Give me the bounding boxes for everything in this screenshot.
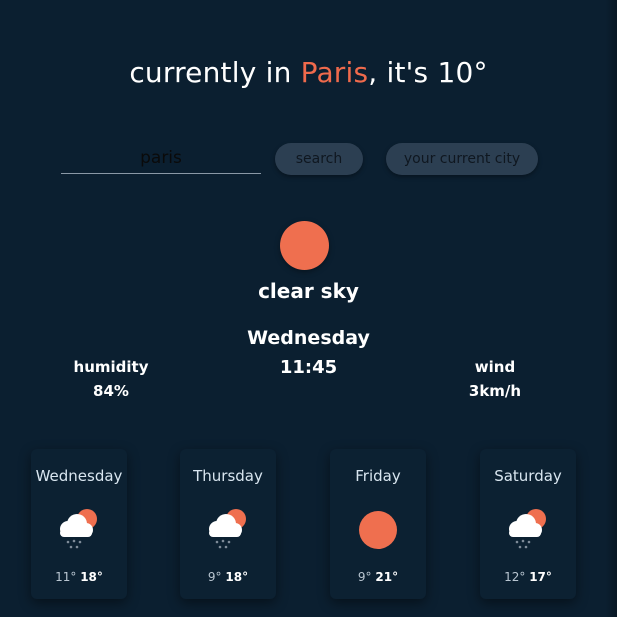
wind-value: 3km/h	[468, 382, 522, 400]
humidity-stat: humidity 84%	[51, 358, 171, 400]
forecast-day: Saturday	[494, 467, 562, 485]
forecast-min: 11°	[55, 570, 77, 584]
humidity-label: humidity	[73, 358, 149, 376]
sun-icon	[280, 221, 329, 270]
forecast-card: Friday 9° 21°	[330, 449, 426, 599]
forecast-temps: 9° 18°	[180, 570, 276, 584]
forecast-day: Friday	[355, 467, 401, 485]
current-city-button[interactable]: your current city	[386, 143, 538, 175]
city-search-input[interactable]	[61, 143, 261, 174]
current-day: Wednesday	[247, 327, 370, 349]
title-city: Paris	[300, 56, 369, 89]
wind-label: wind	[474, 358, 516, 376]
sun-icon	[359, 511, 397, 549]
forecast-max: 17°	[529, 570, 552, 584]
forecast-temps: 9° 21°	[330, 570, 426, 584]
forecast-card: Saturday 12° 17°	[480, 449, 576, 599]
page-title: currently in Paris, it's 10°	[0, 56, 617, 89]
cloud-rain-sun-icon	[509, 509, 546, 549]
cloud-rain-sun-icon	[60, 509, 97, 549]
forecast-min: 9°	[207, 570, 222, 584]
humidity-value: 84%	[93, 382, 129, 400]
forecast-day: Thursday	[193, 467, 263, 485]
forecast-card: Wednesday 11° 18°	[31, 449, 127, 599]
forecast-max: 18°	[225, 570, 249, 584]
title-prefix: currently in	[129, 56, 301, 89]
wind-stat: wind 3km/h	[435, 358, 555, 400]
edge-shadow	[605, 0, 617, 617]
cloud-rain-sun-icon	[209, 509, 246, 549]
forecast-card: Thursday 9° 18°	[180, 449, 276, 599]
forecast-temps: 11° 18°	[31, 570, 127, 584]
forecast-min: 12°	[504, 570, 526, 584]
forecast-day: Wednesday	[35, 467, 123, 485]
search-button[interactable]: search	[275, 143, 363, 175]
forecast-max: 18°	[80, 570, 103, 584]
forecast-temps: 12° 17°	[480, 570, 576, 584]
weather-condition: clear sky	[258, 279, 359, 303]
title-suffix: , it's 10°	[368, 56, 488, 89]
forecast-max: 21°	[375, 570, 399, 584]
forecast-min: 9°	[357, 570, 372, 584]
